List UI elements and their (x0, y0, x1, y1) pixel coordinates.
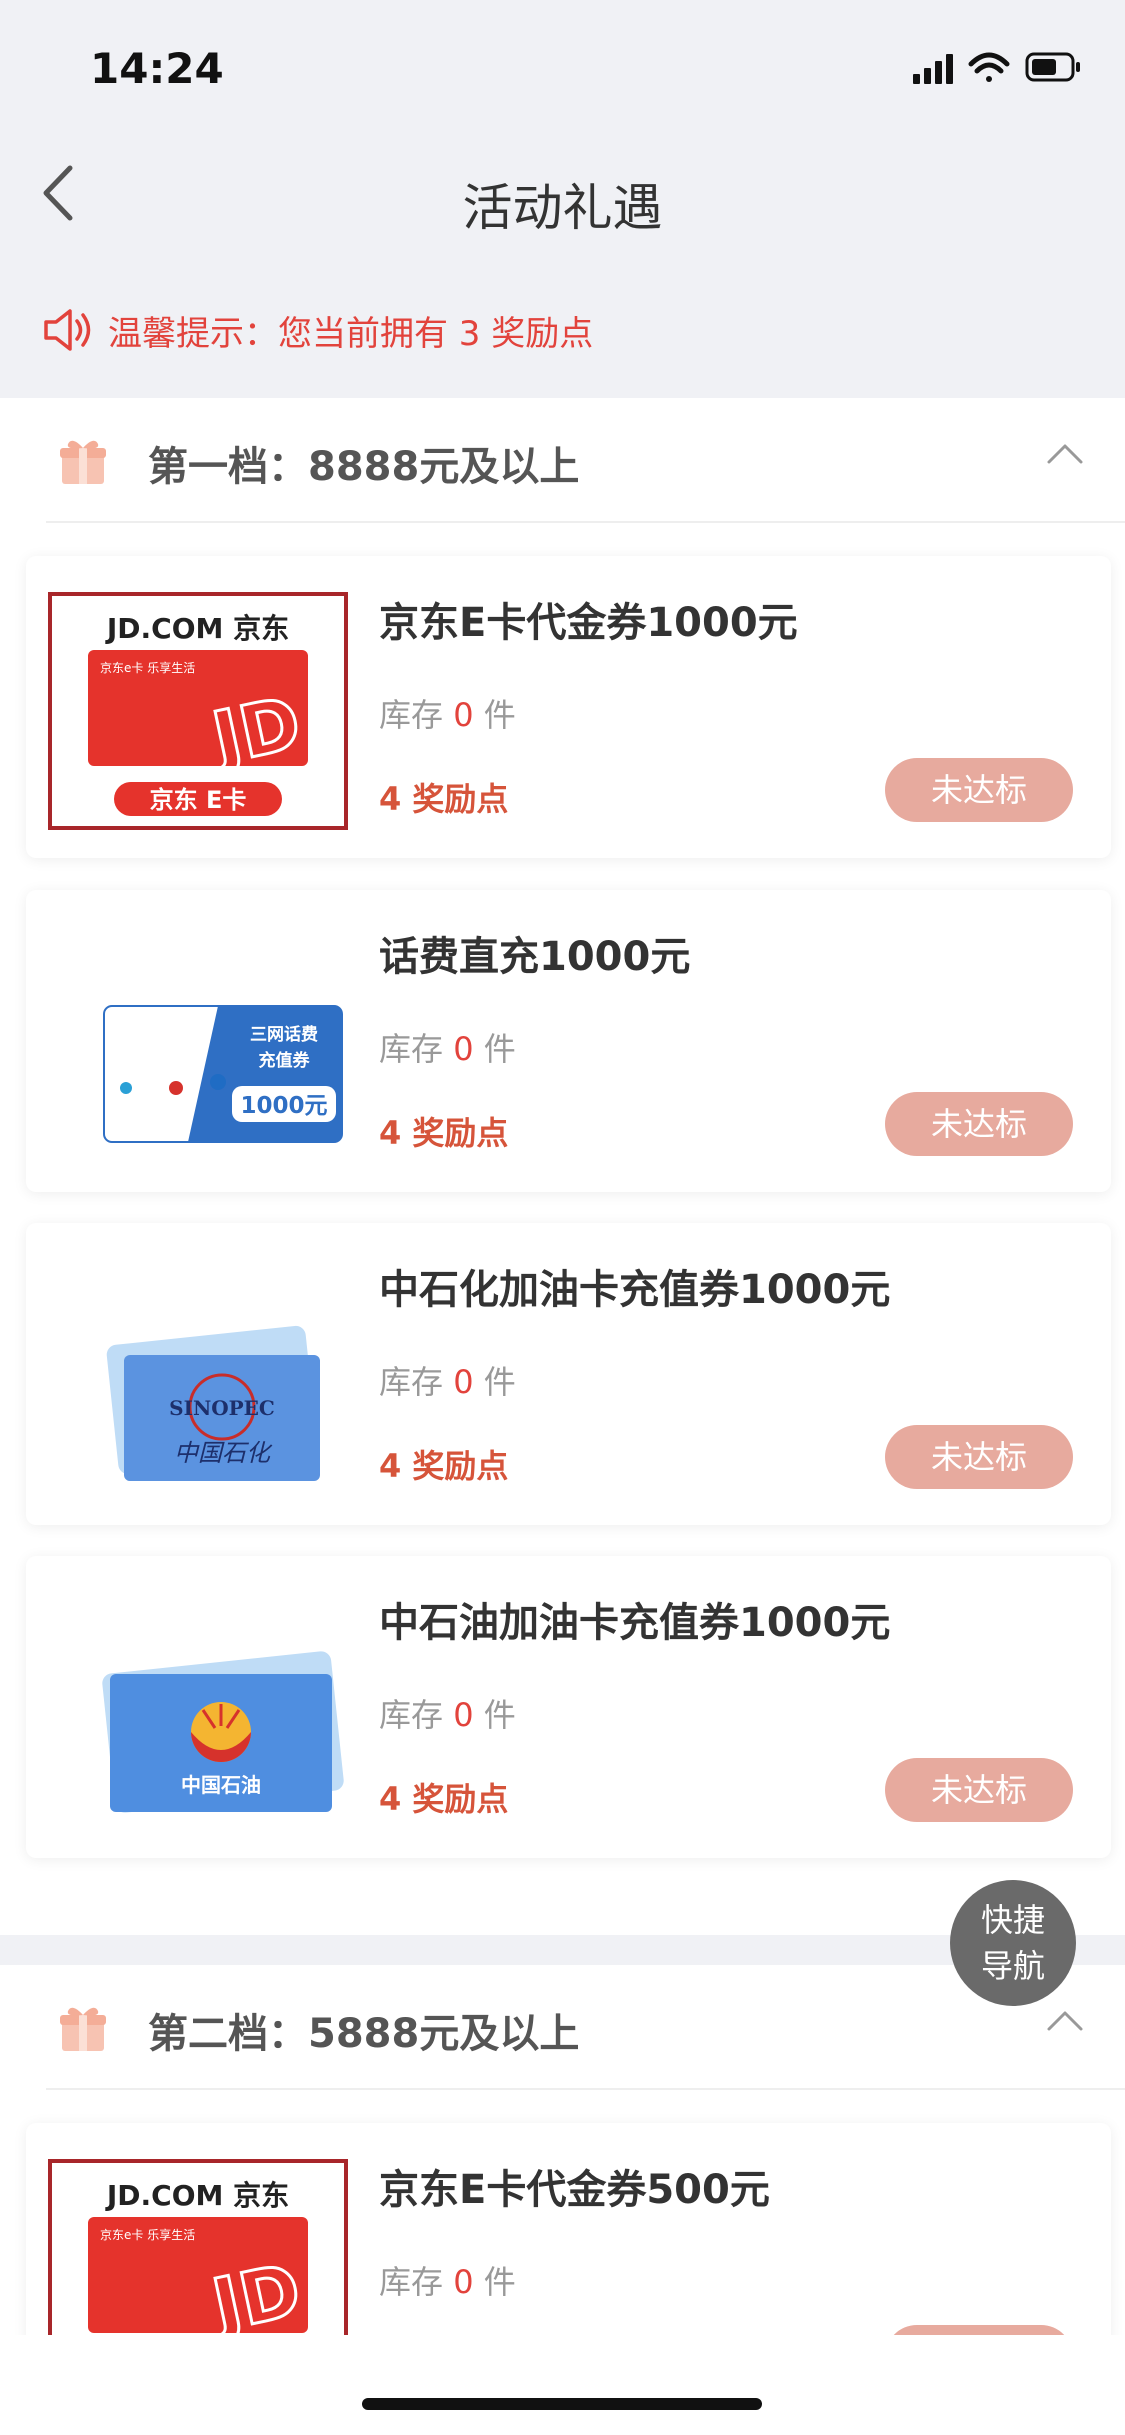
not-qualified-button[interactable]: 未达标 (885, 758, 1073, 822)
sinopec-mark-text: SINOPEC (169, 1396, 275, 1420)
jd-caption-text: 京东 E卡 (150, 786, 247, 814)
sinopec-card-image: SINOPEC 中国石化 (106, 1325, 320, 1481)
not-qualified-button[interactable]: 未达标 (885, 1758, 1073, 1822)
notice-text: 温馨提示：您当前拥有 3 奖励点 (108, 313, 594, 354)
petrochina-name-text: 中国石油 (181, 1773, 261, 1797)
bottom-safe-area (0, 2335, 1125, 2435)
petrochina-card-image: 中国石油 (102, 1651, 344, 1813)
chevron-up-icon (1047, 2011, 1083, 2031)
item-stock: 库存 0 件 (379, 696, 516, 734)
not-qualified-button[interactable]: 未达标 (885, 1092, 1073, 1156)
chevron-up-icon (1047, 444, 1083, 464)
wifi-icon (968, 52, 1010, 82)
item-name: 中石油加油卡充值券1000元 (379, 1600, 891, 1646)
gift-icon (60, 2007, 106, 2051)
item-name: 京东E卡代金券1000元 (379, 600, 798, 646)
jd-tagline-text: 京东e卡 乐享生活 (100, 660, 195, 675)
reward-card[interactable]: 三网话费 充值券 1000元 话费直充1000元 库存 0 件 4 奖励点 未达… (26, 890, 1111, 1192)
gift-icon (60, 440, 106, 484)
item-name: 话费直充1000元 (379, 934, 691, 980)
sinopec-script-text: 中国石化 (174, 1439, 273, 1467)
reward-card[interactable]: JD.COM 京东 京东e卡 乐享生活 JD 京东 E卡 京东E卡代金券1000… (26, 556, 1111, 858)
item-stock: 库存 0 件 (379, 2263, 516, 2301)
item-name: 中石化加油卡充值券1000元 (379, 1267, 891, 1313)
tier-label: 第一档：8888元及以上 (148, 444, 580, 490)
item-stock: 库存 0 件 (379, 1696, 516, 1734)
phone-line2-text: 充值券 (259, 1050, 311, 1071)
tier-label: 第二档：5888元及以上 (148, 2011, 580, 2057)
divider (46, 521, 1125, 523)
notice-bar: 温馨提示：您当前拥有 3 奖励点 (42, 300, 593, 360)
battery-icon (1025, 52, 1080, 82)
speaker-icon (44, 309, 91, 351)
divider (46, 2088, 1125, 2090)
item-points: 4 奖励点 (379, 780, 509, 818)
quick-nav-button[interactable]: 快捷 导航 (950, 1880, 1076, 2006)
signal-icon (913, 54, 953, 84)
tier-header-1[interactable]: 第一档：8888元及以上 (0, 398, 1125, 523)
item-points: 4 奖励点 (379, 1114, 509, 1152)
jd-card-image: JD.COM 京东 京东e卡 乐享生活 JD 京东 E卡 (48, 592, 348, 830)
not-qualified-button[interactable]: 未达标 (885, 1425, 1073, 1489)
home-indicator[interactable] (362, 2398, 762, 2410)
quick-nav-line2: 导航 (980, 1947, 1045, 1985)
item-stock: 库存 0 件 (379, 1030, 516, 1068)
item-name: 京东E卡代金券500元 (379, 2167, 770, 2213)
status-icons (885, 48, 1085, 88)
jd-brand-text: JD.COM 京东 (105, 2179, 289, 2212)
jd-brand-text: JD.COM 京东 (105, 612, 289, 645)
phone-line1-text: 三网话费 (250, 1024, 318, 1045)
item-stock: 库存 0 件 (379, 1363, 516, 1401)
jd-tagline-text: 京东e卡 乐享生活 (100, 2227, 195, 2242)
page-title: 活动礼遇 (462, 179, 663, 237)
reward-card[interactable]: SINOPEC 中国石化 中石化加油卡充值券1000元 库存 0 件 4 奖励点… (26, 1223, 1111, 1525)
item-points: 4 奖励点 (379, 1780, 509, 1818)
reward-card[interactable]: 中国石油 中石油加油卡充值券1000元 库存 0 件 4 奖励点 未达标 (26, 1556, 1111, 1858)
quick-nav-line1: 快捷 (980, 1901, 1045, 1939)
phone-amount-text: 1000元 (240, 1093, 327, 1119)
phone-recharge-card-image: 三网话费 充值券 1000元 (103, 1005, 343, 1143)
item-points: 4 奖励点 (379, 1447, 509, 1485)
status-time: 14:24 (90, 44, 224, 93)
